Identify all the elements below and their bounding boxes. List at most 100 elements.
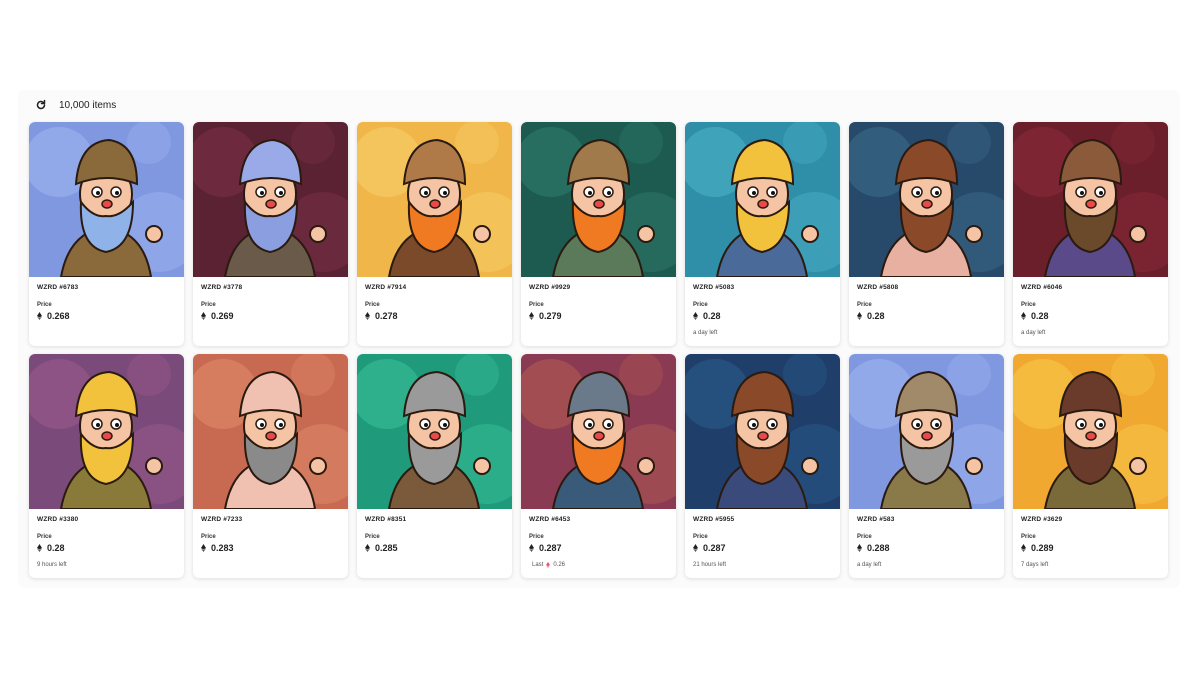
nft-artwork (29, 122, 184, 277)
nft-artwork (521, 122, 676, 277)
nft-name: WZRD #3629 (1021, 516, 1063, 523)
eth-icon (201, 544, 206, 552)
nft-name: WZRD #6783 (37, 284, 79, 291)
price-value: 0.269 (211, 311, 234, 321)
price-value: 0.268 (47, 311, 70, 321)
card-footer: 9 hours left (37, 562, 176, 568)
nft-card[interactable]: WZRD #6046 Price 0.28 a day left (1013, 122, 1168, 346)
nft-card[interactable]: WZRD #7914 Price 0.278 (357, 122, 512, 346)
nft-name: WZRD #583 (857, 516, 895, 523)
eth-icon (693, 544, 698, 552)
card-footer: a day left (693, 330, 832, 336)
nft-card[interactable]: WZRD #6783 Price 0.268 (29, 122, 184, 346)
price-value: 0.278 (375, 311, 398, 321)
price-row: 0.28 (693, 311, 832, 321)
price-value: 0.287 (703, 543, 726, 553)
price-row: 0.285 (365, 543, 504, 553)
eth-icon (1021, 312, 1026, 320)
nft-artwork (849, 354, 1004, 509)
price-label: Price (693, 534, 708, 540)
nft-card[interactable]: WZRD #583 Price 0.288 a day left (849, 354, 1004, 578)
nft-artwork (685, 354, 840, 509)
nft-card[interactable]: WZRD #3380 Price 0.28 9 hours left (29, 354, 184, 578)
eth-icon (529, 312, 534, 320)
price-value: 0.289 (1031, 543, 1054, 553)
price-label: Price (201, 302, 216, 308)
price-label: Price (1021, 534, 1036, 540)
price-row: 0.269 (201, 311, 340, 321)
nft-name: WZRD #3778 (201, 284, 243, 291)
nft-card[interactable]: WZRD #5808 Price 0.28 (849, 122, 1004, 346)
nft-card[interactable]: WZRD #3778 Price 0.269 (193, 122, 348, 346)
nft-artwork (1013, 122, 1168, 277)
nft-card[interactable]: WZRD #3629 Price 0.289 7 days left (1013, 354, 1168, 578)
price-row: 0.289 (1021, 543, 1160, 553)
price-label: Price (1021, 302, 1036, 308)
nft-name: WZRD #7914 (365, 284, 407, 291)
eth-icon (857, 312, 862, 320)
last-sale-value: 0.26 (553, 562, 566, 568)
price-label: Price (529, 302, 544, 308)
eth-icon (1021, 544, 1026, 552)
nft-artwork (357, 354, 512, 509)
last-sale-label: Last (532, 562, 544, 568)
price-value: 0.288 (867, 543, 890, 553)
nft-artwork (521, 354, 676, 509)
price-value: 0.28 (47, 543, 65, 553)
nft-card[interactable]: WZRD #6453 Price 0.287 Last 0.26 (521, 354, 676, 578)
price-row: 0.287 (529, 543, 668, 553)
price-value: 0.28 (867, 311, 885, 321)
nft-card[interactable]: WZRD #8351 Price 0.285 (357, 354, 512, 578)
price-label: Price (201, 534, 216, 540)
eth-icon (546, 562, 551, 568)
card-footer: 7 days left (1021, 562, 1160, 568)
price-value: 0.287 (539, 543, 562, 553)
nft-name: WZRD #3380 (37, 516, 79, 523)
nft-artwork (1013, 354, 1168, 509)
nft-artwork (193, 354, 348, 509)
price-row: 0.268 (37, 311, 176, 321)
time-left: 7 days left (1021, 562, 1049, 568)
nft-artwork (29, 354, 184, 509)
nft-card[interactable]: WZRD #9929 Price 0.279 (521, 122, 676, 346)
card-footer: 21 hours left (693, 562, 832, 568)
time-left: a day left (1021, 330, 1046, 336)
nft-name: WZRD #8351 (365, 516, 407, 523)
nft-card[interactable]: WZRD #5955 Price 0.287 21 hours left (685, 354, 840, 578)
eth-icon (693, 312, 698, 320)
price-row: 0.287 (693, 543, 832, 553)
price-label: Price (857, 302, 872, 308)
price-value: 0.285 (375, 543, 398, 553)
refresh-icon[interactable] (35, 99, 47, 111)
price-row: 0.288 (857, 543, 996, 553)
nft-name: WZRD #5808 (857, 284, 899, 291)
price-label: Price (857, 534, 872, 540)
item-count: 10,000 items (59, 99, 117, 111)
price-label: Price (37, 534, 52, 540)
nft-name: WZRD #6046 (1021, 284, 1063, 291)
nft-name: WZRD #5083 (693, 284, 735, 291)
nft-artwork (357, 122, 512, 277)
price-label: Price (693, 302, 708, 308)
price-value: 0.283 (211, 543, 234, 553)
nft-card[interactable]: WZRD #5083 Price 0.28 a day left (685, 122, 840, 346)
nft-name: WZRD #5955 (693, 516, 735, 523)
price-value: 0.28 (1031, 311, 1049, 321)
card-footer: a day left (1021, 330, 1160, 336)
time-left: 9 hours left (37, 562, 67, 568)
price-label: Price (365, 302, 380, 308)
price-label: Price (37, 302, 52, 308)
price-label: Price (365, 534, 380, 540)
price-row: 0.28 (857, 311, 996, 321)
time-left: a day left (693, 330, 718, 336)
time-left: a day left (857, 562, 882, 568)
nft-name: WZRD #6453 (529, 516, 571, 523)
nft-name: WZRD #9929 (529, 284, 571, 291)
price-row: 0.28 (37, 543, 176, 553)
nft-card[interactable]: WZRD #7233 Price 0.283 (193, 354, 348, 578)
nft-name: WZRD #7233 (201, 516, 243, 523)
price-row: 0.279 (529, 311, 668, 321)
eth-icon (37, 544, 42, 552)
nft-artwork (849, 122, 1004, 277)
eth-icon (857, 544, 862, 552)
